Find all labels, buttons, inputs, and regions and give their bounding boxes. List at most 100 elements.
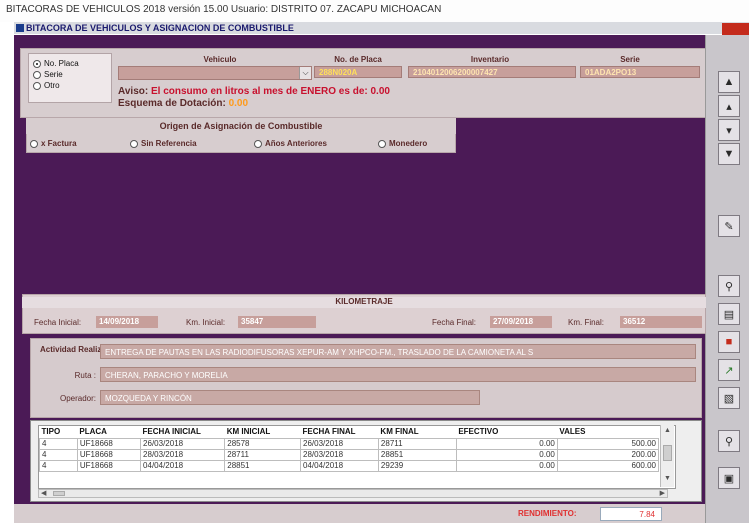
rendimiento-label: RENDIMIENTO: [518, 509, 577, 518]
fecha-inicial-label: Fecha Inicial: [34, 318, 82, 327]
origen-anios-anteriores-radio[interactable]: Años Anteriores [250, 138, 374, 149]
cell-placa: UF18668 [76, 448, 142, 461]
column-header[interactable]: VALES [557, 426, 658, 438]
radio-dot-selected [33, 59, 41, 68]
radio-dot [33, 70, 41, 79]
records-table[interactable]: TIPO PLACA FECHA INICIAL KM INICIAL FECH… [38, 425, 676, 489]
cell-placa: UF18668 [76, 437, 142, 450]
table-row[interactable]: 4 UF18668 04/04/2018 28851 04/04/2018 29… [39, 459, 660, 472]
operador-field[interactable]: MOZQUEDA Y RINCÓN [100, 390, 480, 405]
origen-monedero-radio[interactable]: Monedero [374, 138, 454, 149]
origen-title: Origen de Asignación de Combustible [26, 118, 456, 134]
inventario-field[interactable]: 2104012006200007427 [408, 66, 576, 78]
chart-icon[interactable]: ↗ [718, 359, 740, 381]
origen-factura-radio[interactable]: x Factura [26, 138, 126, 149]
cell-fecha-inicial: 04/04/2018 [140, 459, 226, 472]
cell-fecha-final: 26/03/2018 [300, 437, 379, 450]
placa-field[interactable]: 288N020A [314, 66, 402, 78]
column-header[interactable]: EFECTIVO [456, 426, 557, 438]
previous-record-icon[interactable]: ▴ [718, 95, 740, 117]
cell-km-inicial: 28711 [224, 448, 302, 461]
cell-efectivo: 0.00 [455, 437, 558, 450]
edit-icon[interactable]: ✎ [718, 215, 740, 237]
cell-km-final: 29239 [377, 459, 457, 472]
cell-km-inicial: 28851 [224, 459, 302, 472]
column-header[interactable]: TIPO [40, 426, 78, 438]
radio-otro[interactable]: Otro [29, 80, 111, 91]
cell-vales: 500.00 [556, 437, 660, 450]
exit-icon[interactable]: ▣ [718, 467, 740, 489]
radio-dot [30, 139, 38, 148]
cell-tipo: 4 [39, 448, 78, 461]
km-inicial-label: Km. Inicial: [186, 318, 226, 327]
cell-km-inicial: 28578 [224, 437, 302, 450]
cell-fecha-inicial: 26/03/2018 [140, 437, 226, 450]
scroll-left-icon[interactable]: ◀ [41, 490, 46, 497]
scroll-right-icon[interactable]: ▶ [660, 490, 665, 497]
operador-label: Operador: [59, 394, 96, 403]
table-row[interactable]: 4 UF18668 26/03/2018 28578 26/03/2018 28… [39, 437, 660, 450]
column-header[interactable]: FECHA FINAL [301, 426, 379, 438]
fecha-final-field[interactable]: 27/09/2018 [490, 316, 552, 328]
actividad-field[interactable]: ENTREGA DE PAUTAS EN LAS RADIODIFUSORAS … [100, 344, 696, 359]
scroll-thumb[interactable] [663, 445, 672, 461]
fecha-inicial-field[interactable]: 14/09/2018 [96, 316, 158, 328]
scroll-down-icon[interactable]: ▼ [664, 475, 671, 482]
chevron-down-icon[interactable]: ⌵ [299, 67, 311, 79]
column-header[interactable]: KM FINAL [378, 426, 456, 438]
form-title-bar: BITACORA DE VEHICULOS Y ASIGNACION DE CO… [14, 22, 749, 34]
search-icon[interactable]: ⚲ [718, 275, 740, 297]
vehiculo-select[interactable]: ⌵ [118, 66, 312, 80]
cell-km-final: 28711 [377, 437, 457, 450]
cell-vales: 200.00 [556, 448, 660, 461]
close-button[interactable] [722, 23, 749, 35]
first-record-icon[interactable]: ▲ [718, 71, 740, 93]
ruta-label: Ruta : [74, 371, 96, 380]
column-header[interactable]: KM INICIAL [225, 426, 301, 438]
cell-tipo: 4 [39, 459, 78, 472]
origen-sin-referencia-radio[interactable]: Sin Referencia [126, 138, 250, 149]
esquema-dotacion: Esquema de Dotación: 0.00 [118, 98, 249, 109]
origen-options: x Factura Sin Referencia Años Anteriores… [26, 134, 456, 153]
vehicle-icon[interactable]: ■ [718, 331, 740, 353]
inventario-header: Inventario [470, 55, 510, 64]
table-vertical-scrollbar[interactable]: ▲ ▼ [660, 425, 674, 487]
placa-header: No. de Placa [334, 55, 382, 64]
form-title: BITACORA DE VEHICULOS Y ASIGNACION DE CO… [26, 23, 294, 33]
table-horizontal-scrollbar[interactable]: ◀ ▶ [38, 489, 668, 498]
print-icon[interactable]: ▤ [718, 303, 740, 325]
records-grid: TIPO PLACA FECHA INICIAL KM INICIAL FECH… [39, 426, 660, 472]
cell-placa: UF18668 [76, 459, 142, 472]
km-inicial-field[interactable]: 35847 [238, 316, 316, 328]
aviso-message: Aviso: El consumo en litros al mes de EN… [118, 86, 390, 97]
cell-efectivo: 0.00 [455, 448, 558, 461]
radio-placa[interactable]: No. Placa [29, 58, 111, 69]
km-final-label: Km. Final: [568, 318, 605, 327]
serie-field[interactable]: 01ADA2PO13 [580, 66, 700, 78]
ruta-field[interactable]: CHERAN, PARACHO Y MORELIA [100, 367, 696, 382]
kilometraje-title: KILOMETRAJE [22, 297, 706, 308]
zoom-icon[interactable]: ⚲ [718, 430, 740, 452]
fecha-final-label: Fecha Final: [432, 318, 477, 327]
hscroll-thumb[interactable] [53, 491, 65, 496]
rendimiento-field[interactable]: 7.84 [600, 507, 662, 521]
column-header[interactable]: PLACA [77, 426, 140, 438]
last-record-icon[interactable]: ▼ [718, 143, 740, 165]
serie-header: Serie [620, 55, 640, 64]
radio-dot [254, 139, 262, 148]
radio-dot [130, 139, 138, 148]
navigation-toolbar: ▲ ▴ ▾ ▼ ✎ ⚲ ▤ ■ ↗ ▧ ⚲ ▣ [705, 35, 749, 523]
radio-dot [33, 81, 41, 90]
form-icon [16, 24, 24, 32]
cell-fecha-final: 04/04/2018 [300, 459, 379, 472]
column-header[interactable]: FECHA INICIAL [141, 426, 225, 438]
cell-tipo: 4 [39, 437, 78, 450]
cell-km-final: 28851 [377, 448, 457, 461]
km-final-field[interactable]: 36512 [620, 316, 702, 328]
cell-fecha-final: 28/03/2018 [300, 448, 379, 461]
fuel-icon[interactable]: ▧ [718, 387, 740, 409]
next-record-icon[interactable]: ▾ [718, 119, 740, 141]
scroll-up-icon[interactable]: ▲ [664, 427, 671, 434]
table-row[interactable]: 4 UF18668 28/03/2018 28711 28/03/2018 28… [39, 448, 660, 461]
radio-serie[interactable]: Serie [29, 69, 111, 80]
